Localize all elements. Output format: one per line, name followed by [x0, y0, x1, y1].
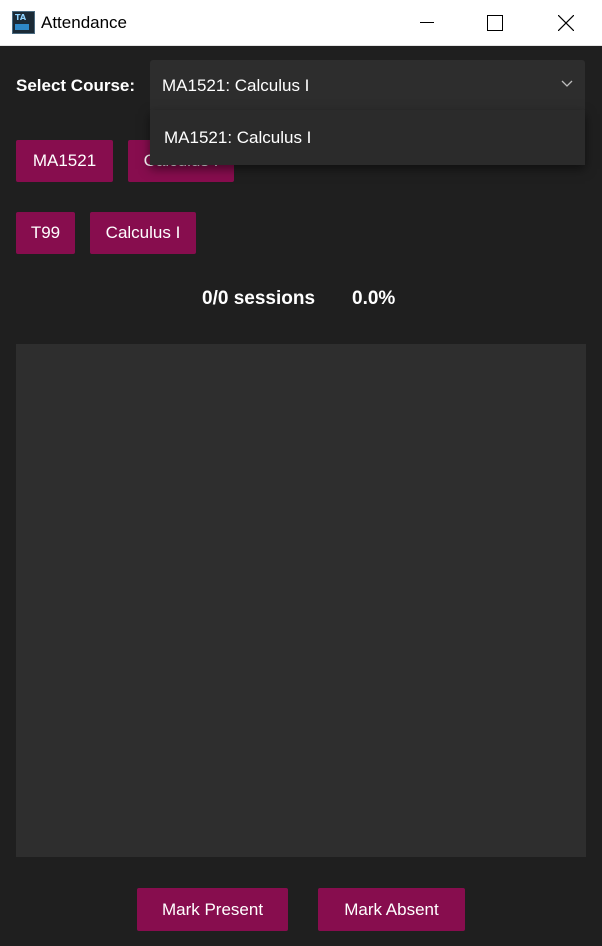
tutorial-group-chip[interactable]: T99: [16, 212, 75, 254]
app-icon-tag: [15, 24, 29, 30]
select-course-label: Select Course:: [16, 76, 136, 95]
minimize-button[interactable]: [392, 0, 462, 45]
minimize-icon: [420, 21, 434, 23]
app-icon-text: TA: [15, 13, 27, 22]
app-icon: TA: [12, 11, 35, 34]
course-combobox-value: MA1521: Calculus I: [162, 76, 310, 95]
session-count: 0/0 sessions: [202, 288, 316, 309]
window-title: Attendance: [41, 13, 128, 32]
mark-present-button[interactable]: Mark Present: [137, 888, 288, 931]
maximize-icon: [487, 14, 503, 31]
course-dropdown-list: MA1521: Calculus I: [150, 110, 585, 165]
student-list-panel[interactable]: [16, 344, 586, 857]
chevron-down-icon: [561, 80, 573, 87]
close-button[interactable]: [531, 0, 601, 45]
course-option[interactable]: MA1521: Calculus I: [164, 128, 311, 148]
title-bar: TA Attendance: [0, 0, 602, 46]
close-icon: [558, 14, 574, 31]
maximize-button[interactable]: [460, 0, 530, 45]
attendance-percent: 0.0%: [352, 288, 396, 309]
tutorial-name-chip[interactable]: Calculus I: [90, 212, 196, 254]
course-combobox[interactable]: MA1521: Calculus I: [150, 60, 585, 112]
mark-absent-button[interactable]: Mark Absent: [318, 888, 465, 931]
course-code-chip[interactable]: MA1521: [16, 140, 113, 182]
